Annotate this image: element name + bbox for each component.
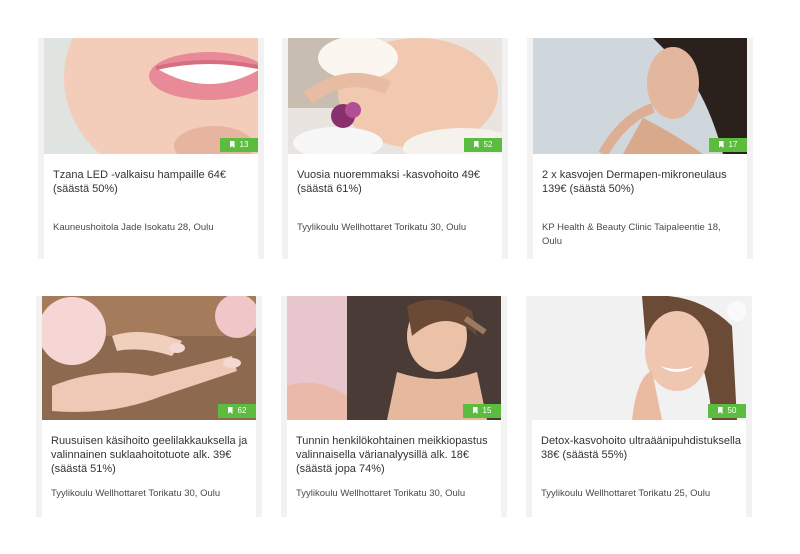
deal-title[interactable]: Ruusuisen käsihoito geelilakkauksella ja…	[51, 434, 251, 476]
deal-location: Kauneushoitola Jade Isokatu 28, Oulu	[53, 222, 214, 233]
bookmark-count-badge: 62	[218, 404, 256, 418]
bookmark-count-badge: 17	[709, 138, 747, 152]
deal-card[interactable]: 13 Tzana LED -valkaisu hampaille 64€ (sä…	[38, 38, 264, 259]
bookmark-icon	[227, 407, 233, 414]
bookmark-icon	[717, 407, 723, 414]
deal-card[interactable]: 50 Detox-kasvohoito ultraäänipuhdistukse…	[526, 296, 752, 517]
deal-title[interactable]: 2 x kasvojen Dermapen-mikroneulaus 139€ …	[542, 168, 742, 196]
deal-card[interactable]: 52 Vuosia nuoremmaksi -kasvohoito 49€ (s…	[282, 38, 508, 259]
teeth-smile-image[interactable]	[44, 38, 258, 154]
deal-card[interactable]: 15 Tunnin henkilökohtainen meikkiopastus…	[281, 296, 507, 517]
deal-title[interactable]: Tzana LED -valkaisu hampaille 64€ (sääst…	[53, 168, 253, 196]
bookmark-icon	[473, 141, 479, 148]
bookmark-icon	[229, 141, 235, 148]
deal-title[interactable]: Detox-kasvohoito ultraäänipuhdistuksella…	[541, 434, 741, 462]
facial-massage-image[interactable]	[288, 38, 502, 154]
deal-location: Tyylikoulu Wellhottaret Torikatu 25, Oul…	[541, 488, 711, 499]
bookmark-count-badge: 13	[220, 138, 258, 152]
deal-location: KP Health & Beauty Clinic Taipaleentie 1…	[542, 222, 721, 247]
deal-card[interactable]: 62 Ruusuisen käsihoito geelilakkauksella…	[36, 296, 262, 517]
deal-location: Tyylikoulu Wellhottaret Torikatu 30, Oul…	[297, 222, 467, 233]
makeup-brush-image[interactable]	[287, 296, 501, 420]
bookmark-icon	[718, 141, 724, 148]
deal-title[interactable]: Tunnin henkilökohtainen meikkiopastus va…	[296, 434, 496, 476]
bookmark-icon	[472, 407, 478, 414]
smiling-woman-image[interactable]	[532, 296, 746, 420]
bookmark-count-badge: 15	[463, 404, 501, 418]
deal-location: Tyylikoulu Wellhottaret Torikatu 30, Oul…	[296, 488, 466, 499]
deal-title[interactable]: Vuosia nuoremmaksi -kasvohoito 49€ (sääs…	[297, 168, 497, 196]
deal-location: Tyylikoulu Wellhottaret Torikatu 30, Oul…	[51, 488, 221, 499]
deal-card[interactable]: 17 2 x kasvojen Dermapen-mikroneulaus 13…	[527, 38, 753, 259]
woman-profile-image[interactable]	[533, 38, 747, 154]
bookmark-count-badge: 50	[708, 404, 746, 418]
manicure-hands-image[interactable]	[42, 296, 256, 420]
bookmark-count-badge: 52	[464, 138, 502, 152]
